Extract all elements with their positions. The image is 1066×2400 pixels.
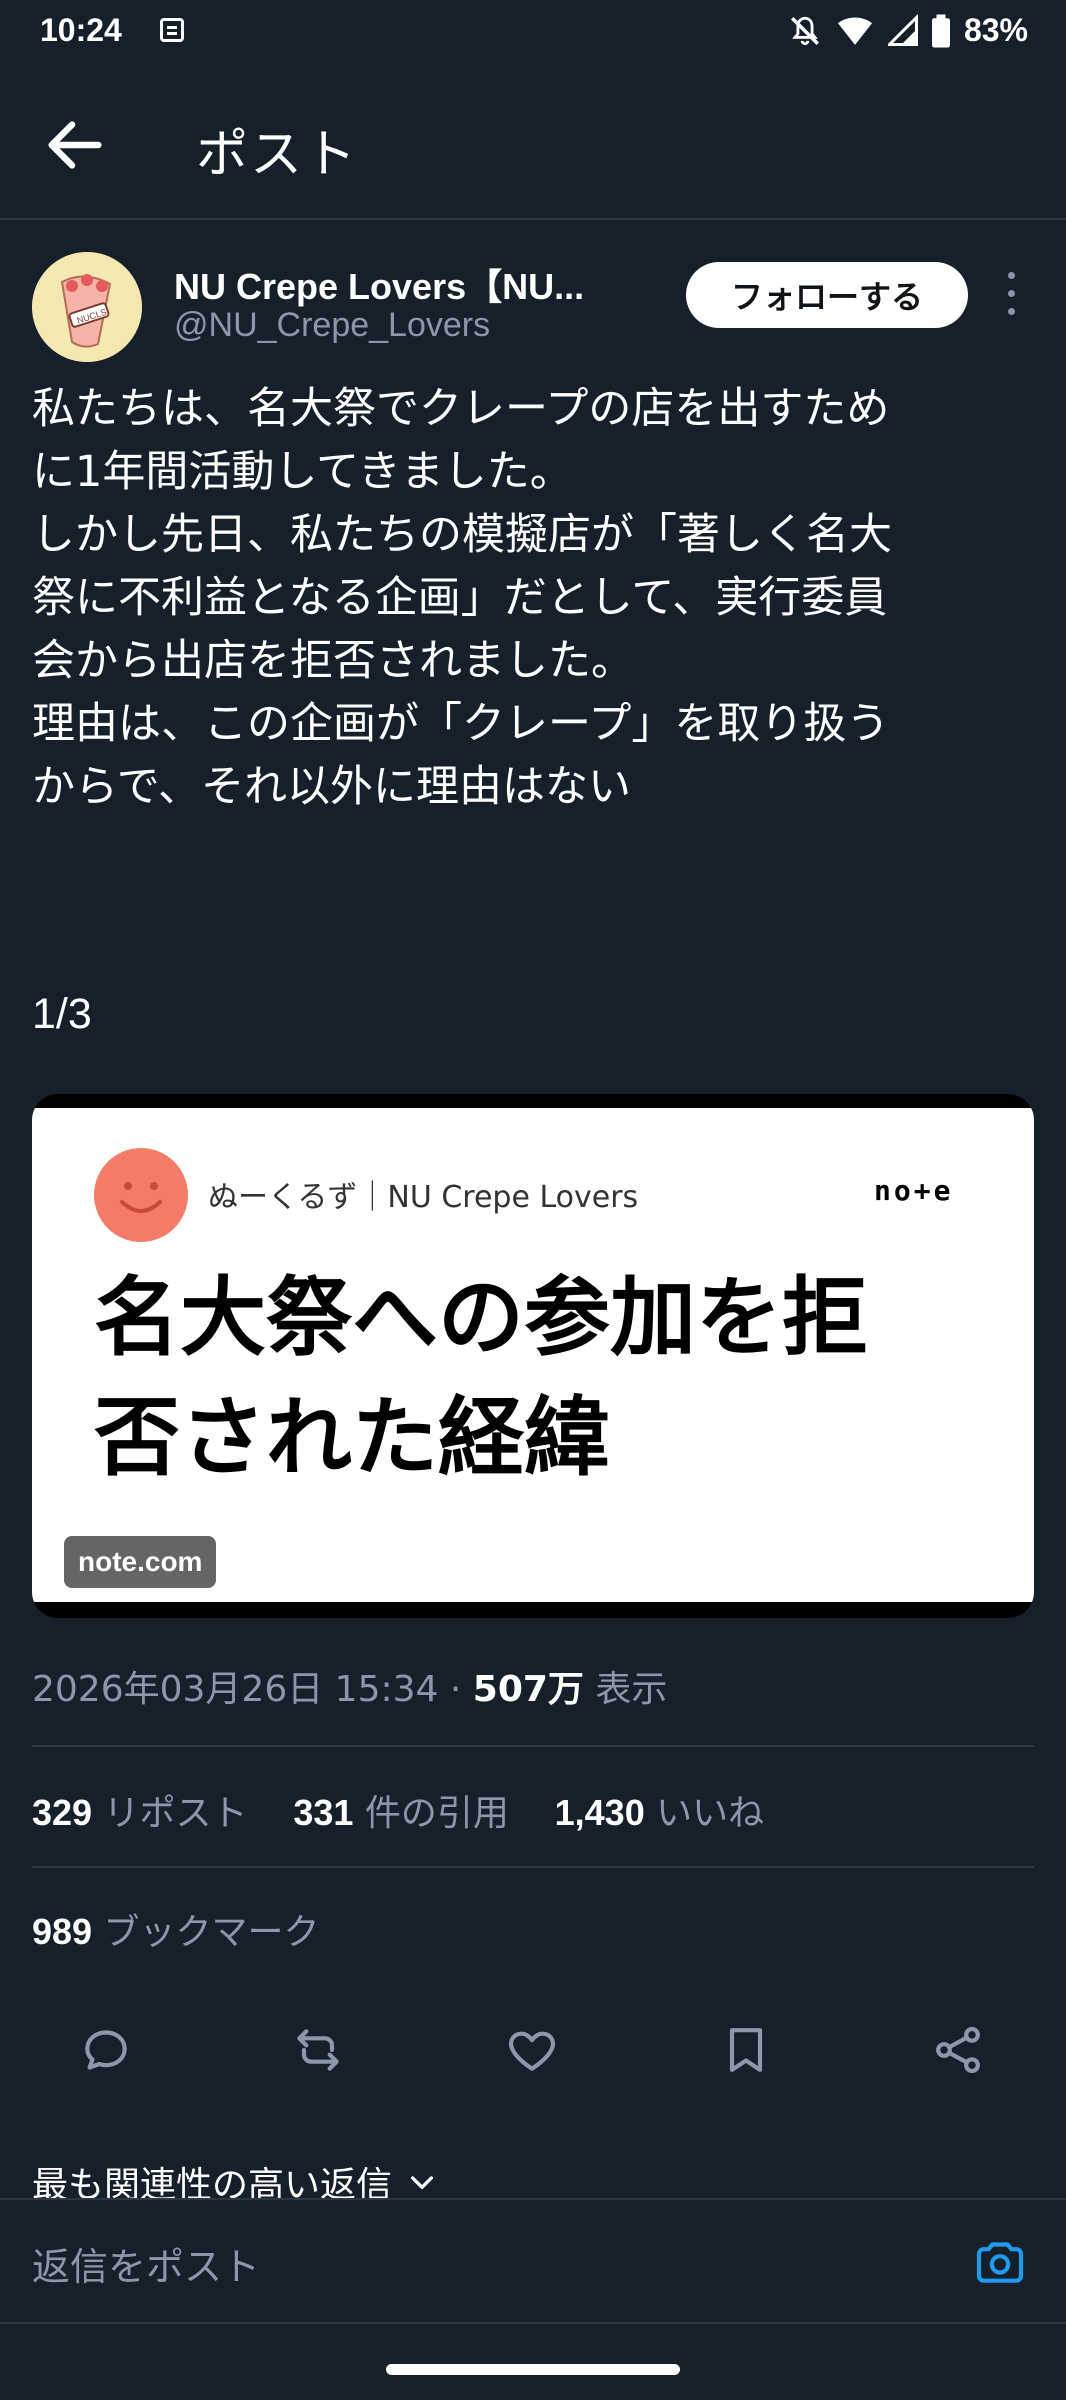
crepe-logo-icon: NUCLS (32, 252, 142, 362)
top-app-bar: ポスト (0, 70, 1066, 220)
tweet-line: に1年間活動してきました。 (32, 447, 573, 497)
tweet-line: 私たちは、名大祭でクレープの店を出すため (32, 384, 890, 434)
gesture-nav-handle[interactable] (386, 2364, 680, 2375)
share-icon (936, 2026, 980, 2074)
page-title: ポスト (196, 125, 359, 185)
heart-icon (508, 2031, 556, 2071)
more-options-icon[interactable] (996, 270, 1026, 320)
engagement-stats: 329 リポスト 331 件の引用 1,430 いいね (32, 1784, 764, 1836)
tweet-line: しかし先日、私たちの模擬店が「著しく名大 (32, 510, 892, 560)
calendar-notification-icon (160, 18, 184, 42)
author-handle[interactable]: @NU_Crepe_Lovers (174, 306, 490, 345)
follow-button[interactable]: フォローする (686, 262, 968, 328)
repost-icon (297, 2029, 339, 2071)
card-title: 名大祭への参加を拒 否された経緯 (94, 1258, 994, 1498)
status-bar: 10:24 83% (0, 0, 1066, 70)
smiley-avatar-icon (94, 1148, 188, 1242)
divider (32, 1745, 1034, 1747)
likes-stat[interactable]: 1,430 いいね (555, 1792, 765, 1834)
tweet-text: 私たちは、名大祭でクレープの店を出すため に1年間活動してきました。 しかし先日… (32, 378, 1042, 819)
mute-bell-icon (790, 16, 819, 45)
signal-icon (887, 13, 918, 46)
author-avatar[interactable]: NUCLS (32, 252, 142, 362)
card-domain-badge: note.com (64, 1536, 217, 1588)
camera-icon (976, 2242, 1024, 2283)
view-count: 507万 (472, 1669, 584, 1710)
camera-button[interactable] (972, 2234, 1028, 2290)
reply-input[interactable]: 返信をポスト (32, 2236, 260, 2291)
status-time: 10:24 (40, 12, 122, 48)
reply-button[interactable] (78, 2022, 134, 2078)
reposts-stat[interactable]: 329 リポスト (32, 1792, 248, 1834)
status-icons: 83% (788, 12, 1028, 49)
post-datetime: 2026年03月26日 15:34 · (32, 1669, 473, 1710)
chevron-down-icon (411, 2176, 434, 2189)
card-title-line: 名大祭への参加を拒 (94, 1268, 868, 1368)
author-name[interactable]: NU Crepe Lovers【NU... (174, 258, 584, 310)
tweet-line: 祭に不利益となる企画」だとして、実行委員 (32, 573, 888, 623)
repost-button[interactable] (290, 2022, 346, 2078)
link-preview-card[interactable]: ぬーくるず｜NU Crepe Lovers no+e 名大祭への参加を拒 否され… (32, 1094, 1034, 1618)
bookmarks-stat[interactable]: 989 ブックマーク (32, 1903, 320, 1955)
tweet-line: からで、それ以外に理由はない (32, 762, 631, 812)
wifi-icon (837, 16, 872, 45)
battery-icon (931, 14, 950, 47)
card-title-line: 否された経緯 (94, 1388, 610, 1488)
card-image: ぬーくるず｜NU Crepe Lovers no+e 名大祭への参加を拒 否され… (32, 1108, 1034, 1602)
post-meta: 2026年03月26日 15:34 · 507万 表示 (32, 1660, 667, 1712)
tweet-line: 会から出店を拒否されました。 (32, 636, 634, 686)
card-author: ぬーくるず｜NU Crepe Lovers (208, 1180, 639, 1215)
battery-percent: 83% (963, 12, 1028, 48)
like-button[interactable] (504, 2022, 560, 2078)
back-button[interactable] (40, 110, 110, 180)
bookmark-button[interactable] (718, 2022, 774, 2078)
quotes-stat[interactable]: 331 件の引用 (293, 1792, 509, 1834)
bookmark-icon (729, 2028, 763, 2072)
thread-count: 1/3 (32, 990, 92, 1038)
tweet-line: 理由は、この企画が「クレープ」を取り扱う (32, 699, 890, 749)
reply-composer: 返信をポスト (0, 2198, 1066, 2324)
note-logo: no+e (874, 1174, 954, 1207)
divider (32, 1866, 1034, 1868)
reply-icon (85, 2030, 127, 2070)
share-button[interactable] (930, 2022, 986, 2078)
arrow-left-icon (48, 121, 102, 169)
view-label: 表示 (583, 1669, 668, 1710)
